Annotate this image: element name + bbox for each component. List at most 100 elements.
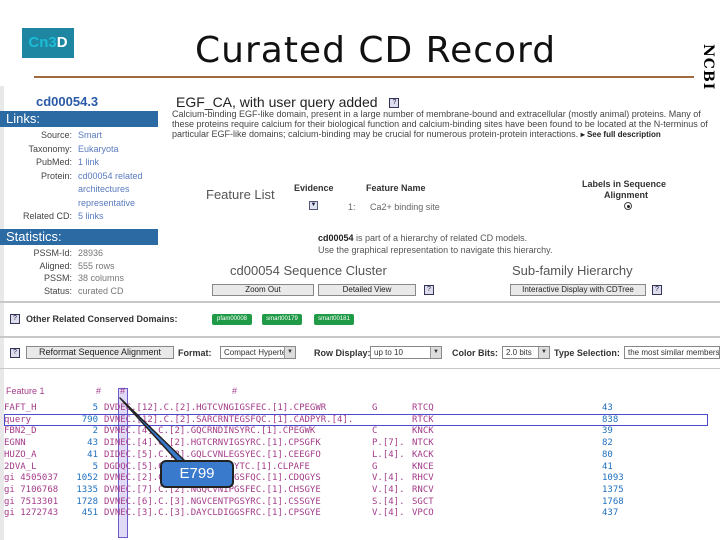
link-row: Taxonomy: Eukaryota bbox=[0, 144, 160, 156]
sequence-name[interactable]: FBN2_D bbox=[4, 426, 64, 437]
sequence-alignment: Feature 1 # # # FAFT_H 5 DVDEC.[12].C.[2].… bbox=[4, 386, 720, 540]
zoom-out-button[interactable]: Zoom Out bbox=[212, 284, 314, 296]
feature-index: 1: bbox=[348, 202, 356, 212]
sequence-segment-2: KACK bbox=[412, 449, 434, 460]
interactive-display-button[interactable]: Interactive Display with CDTree bbox=[510, 284, 646, 296]
alignment-row: FBN2_D 2 DVNEC.[4].C.[2].GQCRNDINSYRC.[1].… bbox=[4, 426, 720, 437]
domain-pill-smart00181[interactable]: smart00181 bbox=[314, 314, 354, 325]
link-value[interactable]: architectures bbox=[78, 184, 130, 194]
sequence-end: 80 bbox=[602, 449, 613, 460]
sequence-name[interactable]: gi 7513301 bbox=[4, 497, 64, 508]
other-domains-label: Other Related Conserved Domains: bbox=[26, 314, 178, 324]
feature-label-radio[interactable] bbox=[624, 202, 632, 210]
cd-title: EGF_CA, with user query added ? bbox=[176, 94, 400, 110]
sequence-name[interactable]: gi 7106768 bbox=[4, 485, 64, 496]
format-select[interactable]: Compact Hypertext ▼ bbox=[220, 346, 296, 359]
sequence-start: 5 bbox=[92, 403, 98, 413]
link-row: Related CD: 5 links bbox=[0, 211, 160, 223]
sequence-segment-2: KNCE bbox=[412, 461, 434, 472]
link-value[interactable]: 5 links bbox=[78, 211, 104, 221]
help-icon[interactable]: ? bbox=[389, 98, 400, 109]
sequence-segment: G bbox=[372, 461, 378, 472]
stat-key: Status: bbox=[43, 285, 72, 296]
stat-row: Status: curated CD bbox=[0, 286, 160, 298]
feature-marker-3: # bbox=[232, 386, 238, 396]
sequence-name[interactable]: FAFT_H bbox=[4, 403, 64, 414]
sequence-cluster-title: cd00054 Sequence Cluster bbox=[230, 263, 387, 278]
sequence-end: 39 bbox=[602, 426, 613, 437]
reformat-alignment-button[interactable]: Reformat Sequence Alignment bbox=[26, 346, 174, 359]
sequence-residues: DVNEC.[3].C.[3].DAYCLDIGGSFRC.[1].CPSGYE bbox=[104, 508, 321, 519]
e799-callout: E799 bbox=[160, 460, 234, 488]
title-divider bbox=[34, 76, 694, 78]
labels-header: Labels in Sequence bbox=[582, 179, 667, 189]
link-row: PubMed: 1 link bbox=[0, 157, 160, 169]
link-value[interactable]: cd00054 related bbox=[78, 171, 143, 181]
ncbi-logo: NCBI bbox=[694, 42, 720, 92]
domains-help-icon[interactable]: ? bbox=[10, 314, 20, 324]
sequence-residues: DVNEC.[4].C.[2].GQCRNDINSYRC.[1].CPEGWK bbox=[104, 426, 316, 437]
hierarchy-line2: Use the graphical representation to navi… bbox=[318, 245, 553, 255]
logo-text-b: D bbox=[56, 34, 68, 51]
logo-text-a: Cn3 bbox=[28, 34, 57, 51]
sequence-segment-2: NTCK bbox=[412, 438, 434, 449]
format-help-icon[interactable]: ? bbox=[10, 348, 20, 358]
feature-marker-2: # bbox=[120, 386, 126, 396]
sequence-segment-2: RTCQ bbox=[412, 403, 434, 413]
sequence-start: 43 bbox=[87, 438, 98, 449]
domain-pill-smart00179[interactable]: smart00179 bbox=[262, 314, 302, 325]
alignment-header: Alignment bbox=[604, 190, 648, 200]
alignment-row: gi 7513301 1728 DVNEC.[6].C.[3].NGVCENTPGS… bbox=[4, 497, 720, 508]
see-full-description-link[interactable]: ▸ See full description bbox=[581, 130, 661, 139]
color-bits-value: 2.0 bits bbox=[506, 348, 532, 357]
row-display-select[interactable]: up to 10 ▼ bbox=[370, 346, 442, 359]
type-selection-select[interactable]: the most similar members bbox=[624, 346, 720, 359]
sequence-name[interactable]: gi 1272743 bbox=[4, 508, 64, 519]
link-row: Source: Smart bbox=[0, 130, 160, 142]
cd-accession: cd00054.3 bbox=[36, 94, 99, 109]
cn3d-logo: Cn3D bbox=[22, 28, 74, 58]
hierarchy-help-icon[interactable]: ? bbox=[652, 285, 662, 295]
alignment-row: 2DVA_L5DGDQC.[5].C.[2].GTCKDOISYTC.[1].C… bbox=[4, 462, 720, 473]
slide: Cn3D Curated CD Record NCBI cd00054.3 Li… bbox=[0, 0, 720, 540]
sequence-segment-2: KNCK bbox=[412, 426, 434, 437]
link-row: Protein: cd00054 related bbox=[0, 171, 160, 183]
color-bits-select[interactable]: 2.0 bits ▼ bbox=[502, 346, 550, 359]
sequence-end: 41 bbox=[602, 461, 613, 472]
evidence-expand-icon[interactable]: ▼ bbox=[309, 201, 318, 210]
domain-pill-pfam00008[interactable]: pfam00008 bbox=[212, 314, 252, 325]
sequence-name[interactable]: EGNN bbox=[4, 438, 64, 449]
sequence-residues: DVDEC.[12].C.[2].HGTCVNGIGSFEC.[1].CPEGW… bbox=[104, 403, 327, 413]
alignment-format-row: ? Reformat Sequence Alignment Format: Co… bbox=[4, 346, 720, 362]
detailed-view-button[interactable]: Detailed View bbox=[318, 284, 416, 296]
sequence-name[interactable]: 2DVA_L bbox=[4, 462, 64, 473]
sequence-residues: DVNEC.[6].C.[3].NGVCENTPGSYRC.[1].CSSGYE bbox=[104, 496, 321, 507]
slide-title: Curated CD Record bbox=[195, 30, 557, 71]
sequence-name[interactable]: HUZO_A bbox=[4, 450, 64, 461]
sequence-start: 1052 bbox=[76, 473, 98, 484]
cdd-record-screenshot: cd00054.3 Links: Source: Smart Taxonomy: Eu… bbox=[0, 86, 720, 540]
sequence-start: 1335 bbox=[76, 484, 98, 495]
sequence-segment: G bbox=[372, 403, 378, 413]
sequence-name[interactable]: gi 4505037 bbox=[4, 473, 64, 484]
link-row: architectures bbox=[0, 184, 160, 196]
link-value[interactable]: Eukaryota bbox=[78, 144, 119, 154]
link-value[interactable]: representative bbox=[78, 198, 135, 208]
sequence-end: 437 bbox=[602, 508, 619, 519]
subfamily-hierarchy-title: Sub-family Hierarchy bbox=[512, 263, 633, 278]
feature-marker-1: # bbox=[96, 386, 102, 396]
other-domains-row: ? Other Related Conserved Domains: pfam0… bbox=[4, 312, 720, 328]
cluster-help-icon[interactable]: ? bbox=[424, 285, 434, 295]
link-value[interactable]: 1 link bbox=[78, 157, 99, 167]
link-key: PubMed: bbox=[35, 157, 72, 167]
section-divider-3 bbox=[0, 368, 720, 369]
link-row: representative bbox=[0, 198, 160, 210]
sequence-segment: L.[4]. bbox=[372, 449, 405, 460]
sequence-residues: DINEC.[4].C.[2].HGTCRNVIGSYRC.[1].CPSGFK bbox=[104, 438, 321, 449]
feature-name-header: Feature Name bbox=[366, 183, 426, 193]
sequence-end: 43 bbox=[602, 403, 613, 413]
link-value[interactable]: Smart bbox=[78, 130, 102, 140]
sequence-segment-2: RHCV bbox=[412, 473, 434, 484]
stat-value: 38 columns bbox=[78, 273, 125, 283]
ncbi-text: NCBI bbox=[700, 44, 716, 91]
